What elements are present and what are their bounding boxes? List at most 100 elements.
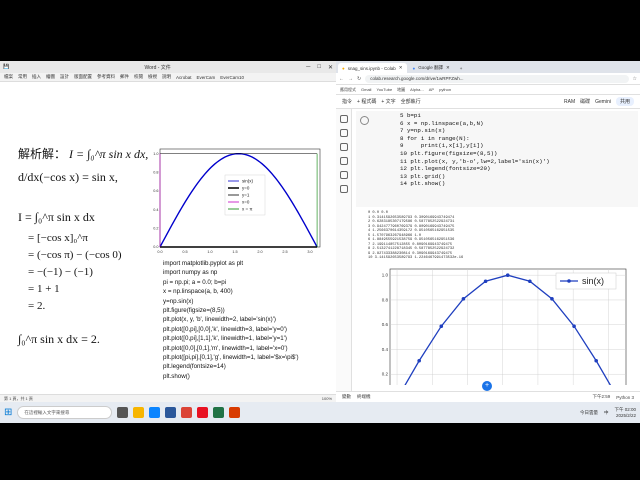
bookmark-2[interactable]: YouTube [376,87,392,92]
word-status-bar: 第 1 頁，共 1 頁 100% [0,394,336,402]
bookmark-4[interactable]: Alpha... [410,87,424,92]
forward-icon[interactable]: → [348,76,353,82]
maximize-icon[interactable]: □ [317,64,321,71]
math-title: 解析解： I = ∫₀^π sin x dx, [18,145,148,162]
powerpoint-app-icon[interactable] [229,407,241,418]
variables-icon[interactable] [339,157,348,165]
tab-close-icon[interactable]: ✕ [446,65,450,71]
word-embedded-plot: 0.0 0.5 1.0 1.5 2.0 2.5 3.0 0.0 0.2 0.4 0.6 0.8 1.0 s… [153,148,321,254]
ribbon-tab-7[interactable]: 郵件 [120,74,129,80]
secrets-icon[interactable] [339,171,348,179]
math-step-4: = 1 + 1 [28,283,60,295]
colab-left-rail [336,109,352,391]
bookmark-3[interactable]: 地圖 [397,87,405,93]
windows-start-icon[interactable]: ⊞ [4,407,12,418]
ribbon-tab-5[interactable]: 版面配置 [74,74,92,80]
edge-icon[interactable] [149,407,161,418]
search-icon[interactable] [339,129,348,137]
url-input[interactable]: colab.research.google.com/drive/1wRPFZwh… [365,74,629,83]
star-icon[interactable]: ☆ [633,76,637,82]
toolbar-commands[interactable]: 指令 [342,98,352,105]
toolbar-add-code[interactable]: + 程式碼 [357,98,376,105]
output-ytick-label: 0.6 [382,322,389,327]
chrome-app-icon[interactable] [181,407,193,418]
ytick-label: 0.4 [153,208,158,212]
file-explorer-icon[interactable] [133,407,145,418]
task-view-icon[interactable] [117,407,129,418]
output-point [528,279,532,284]
toolbar-add-text[interactable]: + 文字 [381,98,395,105]
disk-indicator[interactable]: 磁碟 [580,98,590,105]
word-ribbon-tabs: 檔案 常用 插入 繪圖 設計 版面配置 參考資料 郵件 校閱 檢視 說明 Acrobat EverCam… [0,73,336,82]
ribbon-tab-1[interactable]: 常用 [18,74,27,80]
ribbon-tab-10[interactable]: 說明 [162,74,171,80]
output-plot: 1.0 0.8 0.6 0.4 0.2 sin(x) [382,268,627,385]
bookmark-6[interactable]: python [439,87,451,92]
toolbar-run-all[interactable]: 全部執行 [401,98,421,105]
output-ytick-label: 0.4 [382,347,389,352]
toc-icon[interactable] [339,115,348,123]
folder-icon[interactable] [339,185,348,193]
status-variables[interactable]: 變數 [342,394,351,400]
math-title-label: 解析解： [18,147,67,161]
word-app-icon[interactable] [165,407,177,418]
word-code-listing: import matplotlib.pyplot as plt import n… [163,260,299,380]
status-terminal[interactable]: 終端機 [357,394,371,400]
ribbon-tab-0[interactable]: 檔案 [4,74,13,80]
minimize-icon[interactable]: ─ [306,64,310,71]
cell-code[interactable]: 5 b=pi 6 x = np.linspace(a,b,N) 7 y=np.s… [400,112,550,188]
code-cell[interactable]: 5 b=pi 6 x = np.linspace(a,b,N) 7 y=np.s… [356,111,638,207]
ytick-label: 0.8 [153,171,158,175]
ribbon-tab-9[interactable]: 檢視 [148,74,157,80]
bookmark-1[interactable]: Gmail [361,87,371,92]
ytick-label: 0.0 [153,245,158,249]
word-save-icon[interactable]: 💾 [3,64,9,70]
word-status-text: 第 1 頁，共 1 頁 [4,396,33,401]
ribbon-tab-2[interactable]: 插入 [32,74,41,80]
output-legend-marker [567,279,571,283]
new-tab-button[interactable]: + [455,63,467,73]
back-icon[interactable]: ← [339,76,344,82]
xtick-label: 0.5 [182,250,187,254]
ribbon-tab-3[interactable]: 繪圖 [46,74,55,80]
reload-icon[interactable]: ↻ [357,76,361,82]
xtick-label: 3.0 [307,250,312,254]
share-button[interactable]: 共用 [615,97,634,106]
word-document-page[interactable]: 解析解： I = ∫₀^π sin x dx, d/dx(−cos x) = s… [0,82,336,394]
code-icon[interactable] [339,143,348,151]
math-step-1: = [−cos x]₀^π [28,232,88,244]
ribbon-tab-13[interactable]: EverCam10 [220,75,244,80]
ribbon-tab-6[interactable]: 參考資料 [97,74,115,80]
tab-colab-label: snag_sins.ipynb - Colab [347,65,396,71]
close-icon[interactable]: ✕ [328,64,333,71]
ribbon-tab-11[interactable]: Acrobat [176,75,192,80]
bookmark-5[interactable]: AP [429,87,434,92]
weather-widget[interactable]: 今日雲量 [580,410,598,416]
bookmark-0[interactable]: 應用程式 [340,87,356,93]
add-cell-button[interactable]: + [482,381,492,391]
tab-translate[interactable]: ● Google 翻譯 ✕ [408,63,454,73]
ribbon-tab-4[interactable]: 設計 [60,74,69,80]
ram-indicator[interactable]: RAM [564,99,575,105]
browser-tabstrip: ● snag_sins.ipynb - Colab ✕ ● Google 翻譯 ✕ + [336,61,640,73]
ime-indicator[interactable]: 中 [604,410,609,416]
run-cell-button[interactable] [360,116,369,125]
taskbar-search[interactable]: 在這裡輸入文字來搜尋 [17,406,113,419]
gemini-button[interactable]: Gemini [595,99,611,105]
tab-colab[interactable]: ● snag_sins.ipynb - Colab ✕ [338,63,407,73]
ribbon-tab-8[interactable]: 校閱 [134,74,143,80]
cell-output: 0 0.0 0.0 1 0.3141592653589793 0.3090169… [368,211,636,385]
ribbon-tab-12[interactable]: EverCam [197,75,216,80]
math-step-3: = −(−1) − (−1) [28,266,93,278]
tab-close-icon[interactable]: ✕ [399,65,403,71]
word-zoom[interactable]: 100% [322,396,332,401]
clock[interactable]: 下午 02:00 2025/2/22 [614,407,636,419]
acrobat-app-icon[interactable] [197,407,209,418]
address-bar: ← → ↻ colab.research.google.com/drive/1w… [336,73,640,85]
xtick-label: 2.5 [282,250,287,254]
excel-app-icon[interactable] [213,407,225,418]
browser-window: ● snag_sins.ipynb - Colab ✕ ● Google 翻譯 ✕ + … [336,61,640,402]
system-tray: 今日雲量 中 下午 02:00 2025/2/22 [580,407,636,419]
status-runtime[interactable]: Python 3 [616,395,634,400]
word-window-title: Word - 文件 [144,64,171,71]
